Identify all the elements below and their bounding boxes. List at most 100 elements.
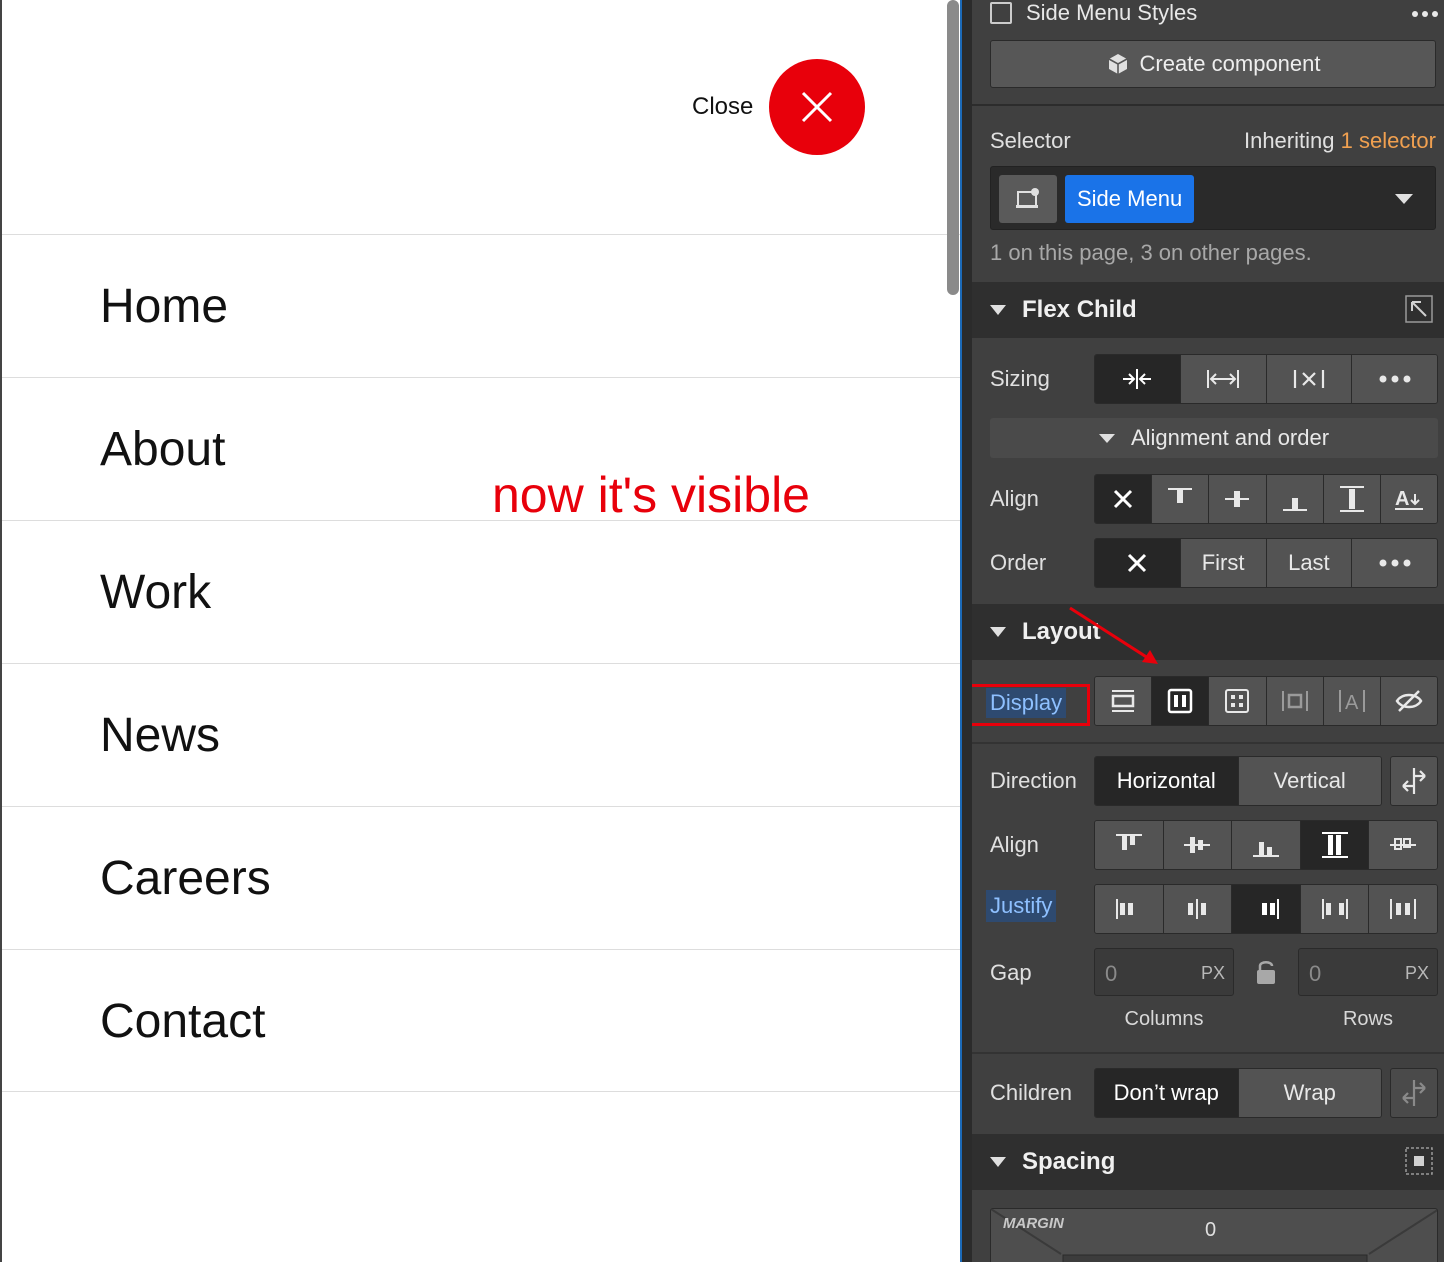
display-inline-icon[interactable]: A <box>1323 677 1381 725</box>
gap-columns-label: Columns <box>1124 1008 1204 1030</box>
close-label: Close <box>692 93 754 120</box>
justify-end-icon[interactable] <box>1232 885 1301 933</box>
order-first-button[interactable]: First <box>1180 539 1267 587</box>
styles-checkbox[interactable] <box>990 2 1012 24</box>
alignment-order-toggle[interactable]: Alignment and order <box>990 418 1438 458</box>
flex-child-align-control[interactable]: A <box>1094 474 1438 524</box>
x-icon[interactable] <box>1095 475 1153 523</box>
layout-align-control[interactable] <box>1094 820 1438 870</box>
flex-child-section-header[interactable]: Flex Child <box>972 282 1444 338</box>
justify-start-icon[interactable] <box>1095 885 1164 933</box>
display-control[interactable]: A <box>1094 676 1438 726</box>
flex-child-title: Flex Child <box>1022 296 1137 323</box>
align-stretch-icon[interactable] <box>1300 821 1370 869</box>
nav-item-work[interactable]: Work <box>2 520 960 663</box>
layout-section-header[interactable]: Layout <box>972 604 1444 660</box>
nav-item-home[interactable]: Home <box>2 234 960 377</box>
display-label[interactable]: Display <box>986 688 1067 718</box>
annotation-text: now it's visible <box>492 467 810 523</box>
direction-horizontal-button[interactable]: Horizontal <box>1095 757 1239 805</box>
gap-label: Gap <box>990 960 1032 985</box>
gap-columns-unit[interactable]: PX <box>1201 963 1225 984</box>
spacing-box-icon[interactable] <box>1404 1146 1434 1176</box>
close-control[interactable]: Close <box>692 58 866 156</box>
align-center-icon[interactable] <box>1163 821 1233 869</box>
selector-tag[interactable]: Side Menu <box>1065 175 1195 223</box>
order-last-button[interactable]: Last <box>1266 539 1353 587</box>
align-start-icon[interactable] <box>1095 821 1164 869</box>
selector-label: Selector <box>990 128 1071 153</box>
more-options-icon[interactable] <box>1352 355 1437 403</box>
justify-control[interactable] <box>1094 884 1438 934</box>
margin-top-value[interactable]: 0 <box>1205 1219 1216 1242</box>
children-wrap-control[interactable]: Don’t wrap Wrap <box>1094 1068 1382 1118</box>
reverse-wrap-button[interactable] <box>1390 1068 1438 1118</box>
svg-text:A: A <box>1345 692 1359 714</box>
nav-item-news[interactable]: News <box>2 663 960 806</box>
collapse-triangle-icon <box>990 305 1006 315</box>
create-component-button[interactable]: Create component <box>990 40 1436 88</box>
align-stretch-icon[interactable] <box>1323 475 1381 523</box>
selector-dropdown-icon[interactable] <box>1395 194 1413 204</box>
expand-arrow-icon[interactable] <box>1404 294 1434 324</box>
margin-box[interactable]: MARGIN 0 <box>990 1208 1438 1262</box>
close-button[interactable] <box>769 59 866 155</box>
x-icon[interactable] <box>1095 539 1181 587</box>
gap-rows-value: 0 <box>1309 961 1322 986</box>
spacing-title: Spacing <box>1022 1148 1116 1175</box>
panel-title: Side Menu Styles <box>1026 0 1198 25</box>
justify-space-around-icon[interactable] <box>1369 885 1437 933</box>
dont-wrap-button[interactable]: Don’t wrap <box>1095 1069 1239 1117</box>
no-shrink-icon[interactable] <box>1266 355 1353 403</box>
reverse-arrows-icon <box>1402 768 1426 794</box>
gap-rows-unit[interactable]: PX <box>1405 963 1429 984</box>
justify-space-between-icon[interactable] <box>1300 885 1370 933</box>
display-flex-icon[interactable] <box>1152 677 1210 725</box>
justify-label[interactable]: Justify <box>986 890 1057 922</box>
more-options-icon[interactable] <box>1352 539 1437 587</box>
display-none-icon[interactable] <box>1380 677 1437 725</box>
nav-item-careers[interactable]: Careers <box>2 806 960 949</box>
gap-columns-value: 0 <box>1105 961 1118 986</box>
display-inline-block-icon[interactable] <box>1266 677 1324 725</box>
reverse-arrows-icon <box>1402 1080 1426 1106</box>
align-bottom-icon[interactable] <box>1266 475 1324 523</box>
order-control[interactable]: First Last <box>1094 538 1438 588</box>
sizing-label: Sizing <box>990 366 1050 391</box>
canvas-scrollbar[interactable] <box>947 0 959 295</box>
nav-label: Contact <box>100 995 266 1048</box>
nav-item-about[interactable]: About <box>2 377 960 520</box>
svg-text:A: A <box>1395 488 1409 510</box>
align-baseline-icon[interactable] <box>1369 821 1437 869</box>
display-grid-icon[interactable] <box>1209 677 1267 725</box>
gap-rows-input[interactable]: 0 PX <box>1298 948 1438 996</box>
justify-center-icon[interactable] <box>1163 885 1233 933</box>
align-end-icon[interactable] <box>1232 821 1301 869</box>
direction-label: Direction <box>990 768 1077 793</box>
align-top-icon[interactable] <box>1152 475 1210 523</box>
gap-columns-input[interactable]: 0 PX <box>1094 948 1234 996</box>
inheriting-link[interactable]: 1 selector <box>1341 128 1436 153</box>
element-state-icon <box>1016 188 1039 208</box>
align-center-icon[interactable] <box>1209 475 1267 523</box>
sizing-control[interactable] <box>1094 354 1438 404</box>
expand-triangle-icon <box>1098 433 1115 443</box>
lock-icon[interactable] <box>1254 958 1278 988</box>
panel-divider[interactable] <box>960 0 972 1262</box>
grow-icon[interactable] <box>1180 355 1267 403</box>
align-baseline-icon[interactable]: A <box>1380 475 1437 523</box>
direction-control[interactable]: Horizontal Vertical <box>1094 756 1382 806</box>
nav-item-contact[interactable]: Contact <box>2 949 960 1092</box>
wrap-button[interactable]: Wrap <box>1238 1069 1381 1117</box>
reverse-direction-button[interactable] <box>1390 756 1438 806</box>
layout-align-label: Align <box>990 832 1039 857</box>
nav-label: Careers <box>100 852 271 905</box>
spacing-section-header[interactable]: Spacing <box>972 1134 1444 1190</box>
inheriting-info: Inheriting 1 selector <box>1244 128 1436 154</box>
direction-vertical-button[interactable]: Vertical <box>1238 757 1381 805</box>
shrink-icon[interactable] <box>1095 355 1181 403</box>
more-horizontal-icon[interactable] <box>1412 4 1438 24</box>
element-state-button[interactable] <box>999 175 1057 223</box>
selector-field[interactable]: Side Menu <box>990 166 1436 230</box>
display-block-icon[interactable] <box>1095 677 1153 725</box>
